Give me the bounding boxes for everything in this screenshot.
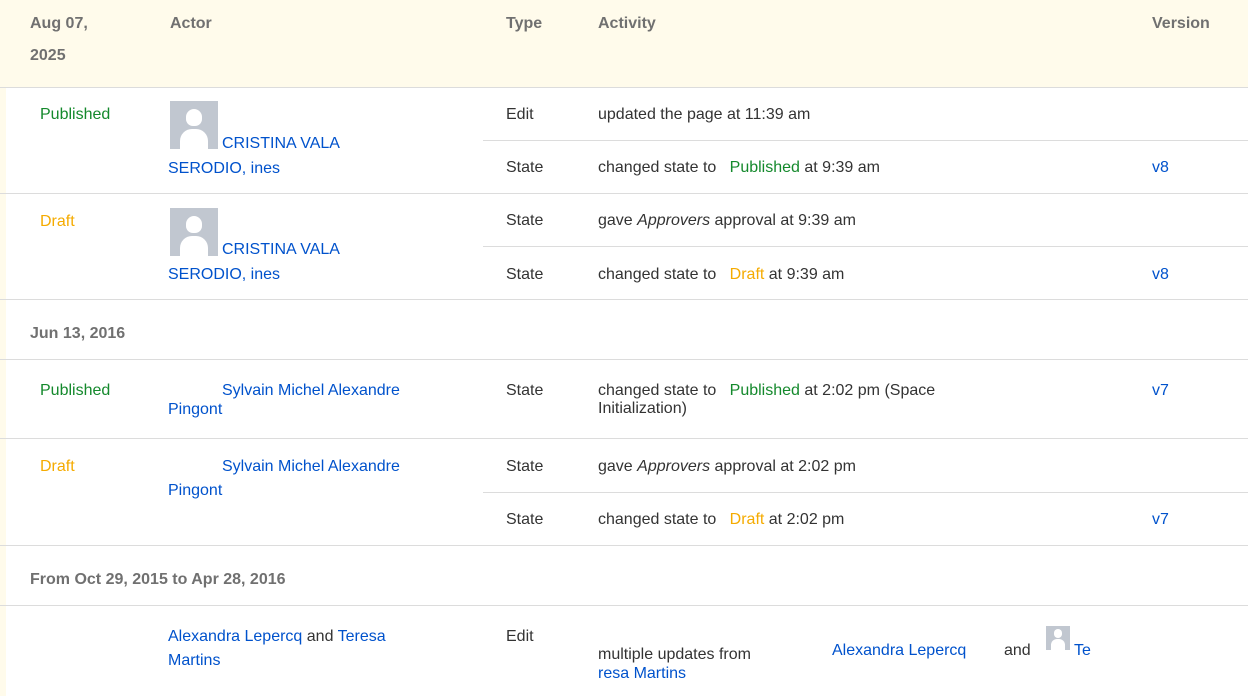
type-cell: Edit <box>506 628 534 645</box>
activity-column-header: Activity <box>598 15 656 32</box>
activity-prefix: changed state to <box>598 159 717 176</box>
activity-prefix: changed state to <box>598 266 717 283</box>
user-avatar-icon[interactable] <box>170 101 218 149</box>
activity-conjunction: and <box>1004 642 1031 659</box>
entry-divider <box>0 438 1248 439</box>
version-link[interactable]: v8 <box>1152 266 1169 284</box>
activity-prefix: changed state to <box>598 511 717 528</box>
user-avatar-icon[interactable] <box>170 208 218 256</box>
user-link-line2[interactable]: resa Martins <box>598 665 686 683</box>
user-link[interactable]: Te <box>1074 642 1091 660</box>
actor-conjunction: and <box>306 628 334 645</box>
actor-link[interactable]: Teresa <box>338 628 386 645</box>
actor-link[interactable]: Sylvain Michel Alexandre <box>222 382 400 400</box>
actor-link[interactable]: Alexandra Lepercq <box>168 628 302 645</box>
activity-suffix: at 2:02 pm <box>768 511 845 528</box>
group-divider <box>0 299 1248 300</box>
type-cell: State <box>506 511 544 528</box>
group-date: Jun 13, 2016 <box>30 325 126 342</box>
status-draft: Draft <box>40 458 75 475</box>
approvers-group: Approvers <box>637 458 711 475</box>
version-link[interactable]: v8 <box>1152 159 1169 177</box>
user-link[interactable]: Alexandra Lepercq <box>832 642 966 660</box>
approvers-group: Approvers <box>637 212 711 229</box>
activity-cell: gave Approvers approval at 2:02 pm <box>598 458 856 476</box>
date-header: Aug 07, 2025 <box>30 8 88 72</box>
user-avatar-icon[interactable] <box>1046 626 1070 650</box>
status-published: Published <box>40 382 111 399</box>
row-divider <box>483 140 1248 141</box>
actor-link-line2[interactable]: Pingont <box>168 482 222 500</box>
activity-cell: changed state to Published at 9:39 am <box>598 159 880 177</box>
state-published: Published <box>729 159 800 176</box>
row-divider <box>483 246 1248 247</box>
actor-column-header: Actor <box>170 15 212 32</box>
group-divider <box>0 359 1248 360</box>
status-published: Published <box>40 106 111 123</box>
activity-cell: changed state to Draft at 9:39 am <box>598 266 844 284</box>
type-cell: State <box>506 159 544 176</box>
state-draft: Draft <box>729 511 765 528</box>
history-header: Aug 07, 2025 Actor Type Activity Version <box>0 0 1248 88</box>
activity-prefix: gave <box>598 212 633 229</box>
activity-prefix: gave <box>598 458 633 475</box>
activity-cell-line2: Initialization) <box>598 400 687 417</box>
type-cell: Edit <box>506 106 534 123</box>
version-link[interactable]: v7 <box>1152 382 1169 400</box>
activity-suffix: at 9:39 am <box>804 159 880 176</box>
activity-prefix: multiple updates from <box>598 646 751 663</box>
actor-link-line2[interactable]: Pingont <box>168 401 222 419</box>
activity-suffix: approval at 9:39 am <box>714 212 856 229</box>
activity-cell: updated the page at 11:39 am <box>598 106 811 123</box>
activity-cell: changed state to Published at 2:02 pm (S… <box>598 382 935 400</box>
actor-link[interactable]: CRISTINA VALA <box>222 241 340 259</box>
actors-cell: Alexandra Lepercq and Teresa <box>168 628 386 646</box>
group-divider <box>0 605 1248 606</box>
type-cell: State <box>506 212 544 229</box>
type-cell: State <box>506 382 544 399</box>
activity-suffix: at 2:02 pm (Space <box>804 382 936 399</box>
actor-link-line2[interactable]: Martins <box>168 652 220 670</box>
state-draft: Draft <box>729 266 765 283</box>
status-draft: Draft <box>40 213 75 230</box>
type-cell: State <box>506 266 544 283</box>
activity-cell: changed state to Draft at 2:02 pm <box>598 511 844 529</box>
activity-prefix: changed state to <box>598 382 717 399</box>
group-divider <box>0 545 1248 546</box>
actor-link-line2[interactable]: SERODIO, ines <box>168 160 280 178</box>
version-link[interactable]: v7 <box>1152 511 1169 529</box>
activity-suffix: at 9:39 am <box>768 266 845 283</box>
actor-link[interactable]: Sylvain Michel Alexandre <box>222 458 400 476</box>
date-header-line2: 2025 <box>30 47 66 64</box>
group-date: From Oct 29, 2015 to Apr 28, 2016 <box>30 571 286 588</box>
row-divider <box>483 492 1248 493</box>
version-column-header: Version <box>1152 15 1210 32</box>
actor-link[interactable]: CRISTINA VALA <box>222 135 340 153</box>
state-published: Published <box>729 382 800 399</box>
type-column-header: Type <box>506 15 543 32</box>
entry-divider <box>0 193 1248 194</box>
actor-link-line2[interactable]: SERODIO, ines <box>168 266 280 284</box>
type-cell: State <box>506 458 544 475</box>
activity-cell: gave Approvers approval at 9:39 am <box>598 212 856 230</box>
activity-suffix: approval at 2:02 pm <box>714 458 856 475</box>
date-header-line1: Aug 07, <box>30 15 88 32</box>
